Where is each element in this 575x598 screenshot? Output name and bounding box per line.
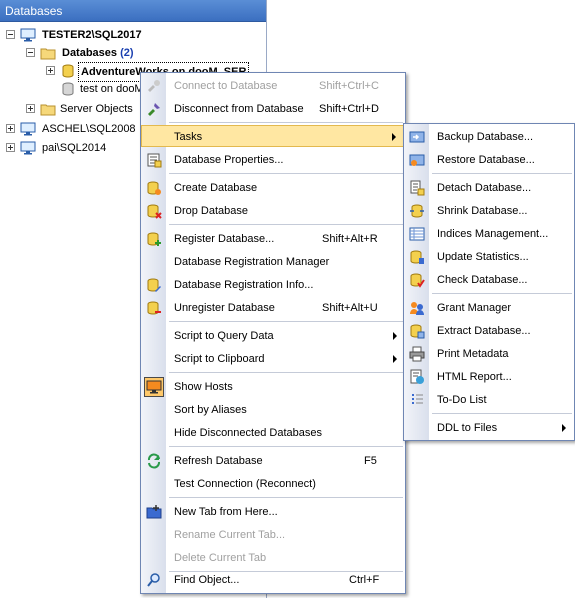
indices-icon [409,227,425,241]
task-restore-database[interactable]: Restore Database... [404,149,574,171]
task-check-database[interactable]: Check Database... [404,269,574,291]
task-extract-database[interactable]: Extract Database... [404,320,574,342]
create-database-icon [147,181,161,195]
menu-new-tab[interactable]: New Tab from Here... [141,501,405,523]
collapse-toggle[interactable] [6,30,15,39]
menu-connect-database[interactable]: Connect to Database Shift+Ctrl+C [141,75,405,97]
menu-drop-database[interactable]: Drop Database [141,200,405,222]
folder-icon [40,104,56,116]
unregister-database-icon [147,301,161,315]
task-html-report[interactable]: HTML Report... [404,366,574,388]
backup-icon [409,131,425,143]
task-ddl-to-files[interactable]: DDL to Files [404,417,574,439]
tree-database-label: test on dooM [80,83,144,95]
submenu-arrow-icon [393,355,397,363]
menu-hide-disconnected[interactable]: Hide Disconnected Databases [141,422,405,444]
database-icon [62,82,74,96]
database-icon [62,64,74,78]
tasks-submenu: Backup Database... Restore Database... D… [403,123,575,441]
statistics-icon [410,250,424,264]
submenu-arrow-icon [393,332,397,340]
properties-icon [147,153,162,168]
menu-refresh-database[interactable]: Refresh Database F5 [141,450,405,472]
tree-server-label: TESTER2\SQL2017 [42,29,142,41]
tree-server-label: pai\SQL2014 [42,142,107,154]
menu-database-properties[interactable]: Database Properties... [141,149,405,171]
databases-label: Databases [62,47,118,59]
menu-unregister-database[interactable]: Unregister Database Shift+Alt+U [141,297,405,319]
shrink-icon [410,204,424,218]
register-database-icon [147,232,161,246]
registration-info-icon [147,278,161,292]
menu-test-connection[interactable]: Test Connection (Reconnect) [141,473,405,495]
menu-disconnect-database[interactable]: Disconnect from Database Shift+Ctrl+D [141,98,405,120]
detach-icon [410,180,425,196]
task-detach-database[interactable]: Detach Database... [404,177,574,199]
expand-toggle[interactable] [46,66,55,75]
menu-show-hosts[interactable]: Show Hosts [141,376,405,398]
task-indices-management[interactable]: Indices Management... [404,223,574,245]
restore-icon [409,154,425,166]
connect-icon [148,80,160,92]
extract-icon [410,324,425,339]
folder-icon [40,48,56,60]
menu-script-clipboard[interactable]: Script to Clipboard [141,348,405,370]
submenu-arrow-icon [392,133,396,141]
drop-database-icon [147,204,162,219]
menu-registration-manager[interactable]: Database Registration Manager [141,251,405,273]
task-backup-database[interactable]: Backup Database... [404,126,574,148]
task-update-statistics[interactable]: Update Statistics... [404,246,574,268]
expand-toggle[interactable] [26,104,35,113]
task-todo-list[interactable]: To-Do List [404,389,574,411]
menu-registration-info[interactable]: Database Registration Info... [141,274,405,296]
tree-server-objects-label: Server Objects [60,103,133,115]
printer-icon [409,346,425,362]
menu-script-query-data[interactable]: Script to Query Data [141,325,405,347]
todo-list-icon [412,394,423,404]
tree-server-label: ASCHEL\SQL2008 [42,123,136,135]
new-tab-icon [146,505,162,519]
panel-title: Databases [0,0,266,22]
menu-sort-aliases[interactable]: Sort by Aliases [141,399,405,421]
submenu-arrow-icon [562,424,566,432]
server-monitor-icon [20,141,36,155]
menu-delete-tab[interactable]: Delete Current Tab [141,547,405,569]
tree-databases-folder[interactable]: Databases (2) [26,44,256,62]
server-monitor-icon [20,122,36,136]
show-hosts-icon [146,380,162,394]
check-database-icon [410,273,425,288]
tree-server-tester2[interactable]: TESTER2\SQL2017 [6,26,256,44]
expand-toggle[interactable] [6,143,15,152]
menu-tasks[interactable]: Tasks [141,125,405,147]
task-grant-manager[interactable]: Grant Manager [404,297,574,319]
refresh-icon [148,453,160,469]
task-print-metadata[interactable]: Print Metadata [404,343,574,365]
disconnect-icon [148,103,160,116]
menu-find-object[interactable]: Find Object... Ctrl+F [141,569,405,591]
menu-rename-tab[interactable]: Rename Current Tab... [141,524,405,546]
server-monitor-icon [20,28,36,42]
menu-create-database[interactable]: Create Database [141,177,405,199]
collapse-toggle[interactable] [26,48,35,57]
database-context-menu: Connect to Database Shift+Ctrl+C Disconn… [140,72,406,594]
search-icon [147,573,160,587]
menu-register-database[interactable]: Register Database... Shift+Alt+R [141,228,405,250]
databases-count: (2) [120,47,134,59]
expand-toggle[interactable] [6,124,15,133]
users-icon [410,302,424,315]
html-report-icon [410,369,424,384]
task-shrink-database[interactable]: Shrink Database... [404,200,574,222]
